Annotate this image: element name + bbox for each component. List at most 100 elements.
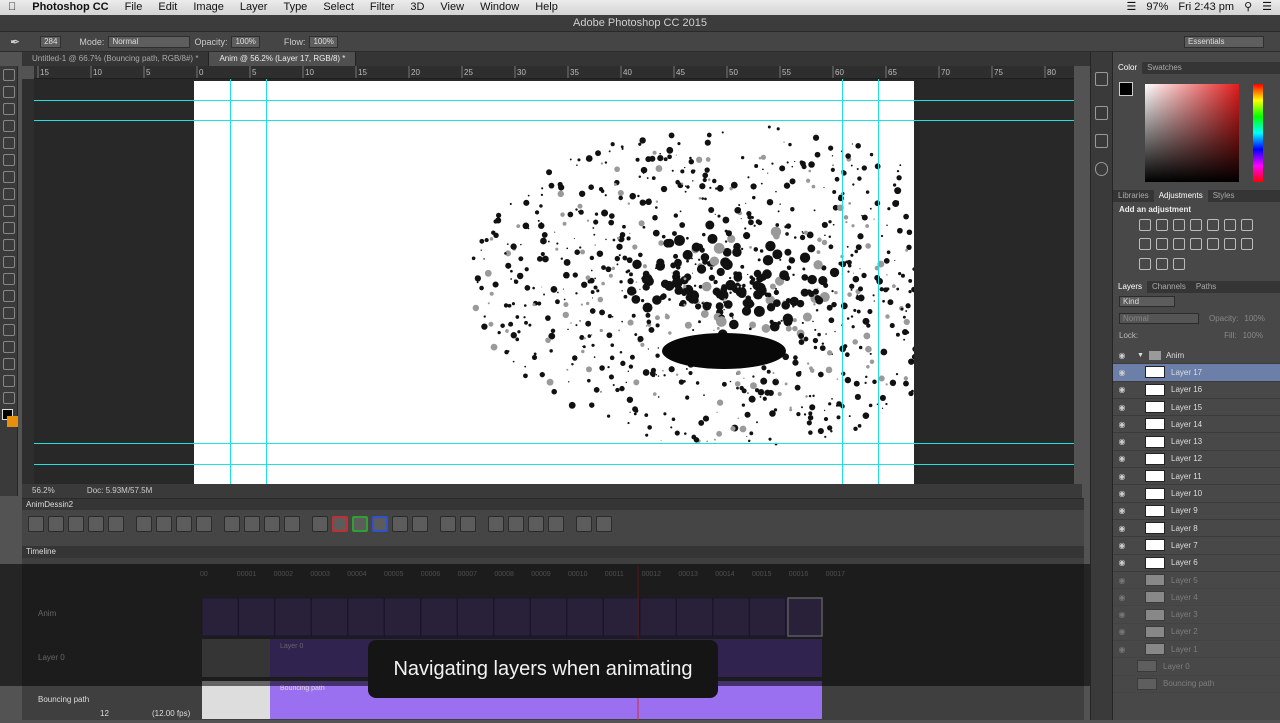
guide-vertical[interactable] <box>878 79 879 484</box>
layer-row[interactable]: ◉ Layer 16 <box>1113 382 1280 399</box>
animdessin-button[interactable] <box>352 516 368 532</box>
eyedropper-tool-icon[interactable] <box>3 154 15 166</box>
animdessin-button[interactable] <box>332 516 348 532</box>
adjustment-icon[interactable] <box>1190 219 1202 231</box>
animdessin-button[interactable] <box>488 516 504 532</box>
animdessin-button[interactable] <box>508 516 524 532</box>
animdessin-button[interactable] <box>440 516 456 532</box>
mode-select[interactable]: Normal <box>108 35 191 48</box>
marquee-tool-icon[interactable] <box>3 86 15 98</box>
track-name[interactable]: Bouncing path <box>38 695 89 704</box>
tab-untitled-1[interactable]: Untitled-1 @ 66.7% (Bouncing path, RGB/8… <box>22 52 210 66</box>
eye-icon[interactable]: ◉ <box>1113 610 1131 619</box>
guide-horizontal[interactable] <box>34 464 1074 465</box>
animdessin-button[interactable] <box>312 516 328 532</box>
zoom-tool-icon[interactable] <box>3 392 15 404</box>
eye-icon[interactable]: ◉ <box>1113 593 1131 602</box>
eye-icon[interactable]: ◉ <box>1113 385 1131 394</box>
color-field[interactable] <box>1145 84 1239 182</box>
hue-slider[interactable] <box>1253 84 1263 182</box>
eye-icon[interactable]: ◉ <box>1113 645 1131 654</box>
opacity-field[interactable]: 100% <box>231 35 260 48</box>
clone-source-panel-icon[interactable] <box>1095 134 1108 148</box>
animdessin-button[interactable] <box>136 516 152 532</box>
app-menu[interactable]: Photoshop CC <box>24 0 116 15</box>
eye-icon[interactable]: ◉ <box>1113 368 1131 377</box>
adjustment-icon[interactable] <box>1224 219 1236 231</box>
layer-row[interactable]: ◉ Layer 4 <box>1113 589 1280 607</box>
adjustment-icon[interactable] <box>1173 238 1185 251</box>
brush-tool-icon[interactable]: ✒ <box>10 35 20 49</box>
animdessin-button[interactable] <box>284 516 300 532</box>
menu-window[interactable]: Window <box>472 0 527 15</box>
menu-edit[interactable]: Edit <box>150 0 185 15</box>
layer-kind-filter[interactable]: Kind <box>1119 296 1175 307</box>
adjustment-icon[interactable] <box>1156 257 1168 270</box>
adjustment-icon[interactable] <box>1207 238 1219 251</box>
animdessin-button[interactable] <box>460 516 476 532</box>
eye-icon[interactable]: ◉ <box>1113 403 1131 412</box>
type-tool-icon[interactable] <box>3 324 15 336</box>
eye-icon[interactable]: ◉ <box>1113 576 1131 585</box>
animdessin-button[interactable] <box>88 516 104 532</box>
layer-row[interactable]: ◉ Layer 14 <box>1113 416 1280 434</box>
adjustment-icon[interactable] <box>1173 257 1185 270</box>
animdessin-button[interactable] <box>596 516 612 532</box>
quick-select-tool-icon[interactable] <box>3 120 15 132</box>
animdessin-button[interactable] <box>392 516 408 532</box>
menu-help[interactable]: Help <box>527 0 566 15</box>
menu-select[interactable]: Select <box>315 0 362 15</box>
adjustment-icon[interactable] <box>1190 238 1202 251</box>
eye-icon[interactable]: ◉ <box>1113 506 1131 515</box>
layer-row[interactable]: ◉ Layer 9 <box>1113 503 1280 520</box>
menu-type[interactable]: Type <box>275 0 315 15</box>
dodge-tool-icon[interactable] <box>3 290 15 302</box>
battery-level[interactable]: 97% <box>1146 0 1168 15</box>
adjustment-icon[interactable] <box>1139 219 1151 231</box>
layer-row[interactable]: ◉ Layer 2 <box>1113 624 1280 642</box>
pen-tool-icon[interactable] <box>3 307 15 319</box>
search-icon[interactable]: ⚲ <box>1244 0 1252 15</box>
layer-blend-mode[interactable]: Normal <box>1119 313 1199 324</box>
eye-icon[interactable]: ◉ <box>1113 420 1131 429</box>
workspace-select[interactable]: Essentials <box>1184 35 1264 48</box>
blur-tool-icon[interactable] <box>3 273 15 285</box>
adjustment-icon[interactable] <box>1139 238 1151 251</box>
layer-row[interactable]: ◉ Layer 7 <box>1113 537 1280 555</box>
layer-row[interactable]: ◉ Layer 6 <box>1113 555 1280 572</box>
zoom-level[interactable]: 56.2% <box>32 486 55 495</box>
layer-row[interactable]: ◉ Layer 10 <box>1113 485 1280 503</box>
history-panel-icon[interactable] <box>1095 72 1108 86</box>
animdessin-button[interactable] <box>372 516 388 532</box>
layer-row[interactable]: ◉ Layer 3 <box>1113 606 1280 624</box>
frame-rate[interactable]: (12.00 fps) <box>152 709 191 718</box>
adjustment-icon[interactable] <box>1139 257 1151 270</box>
animdessin-button[interactable] <box>244 516 260 532</box>
menu-3d[interactable]: 3D <box>402 0 432 15</box>
adjustment-icon[interactable] <box>1241 238 1253 251</box>
menu-view[interactable]: View <box>432 0 472 15</box>
layer-row[interactable]: ◉ Layer 17 <box>1113 364 1280 382</box>
workspace[interactable] <box>34 79 1074 484</box>
brush-tool-icon[interactable] <box>3 188 15 200</box>
layer-group-anim[interactable]: ◉ ▼ Anim <box>1113 347 1280 365</box>
healing-tool-icon[interactable] <box>3 171 15 183</box>
eraser-tool-icon[interactable] <box>3 239 15 251</box>
animdessin-button[interactable] <box>196 516 212 532</box>
animdessin-button[interactable] <box>68 516 84 532</box>
lasso-tool-icon[interactable] <box>3 103 15 115</box>
eye-icon[interactable]: ◉ <box>1113 437 1131 446</box>
layer-row[interactable]: ◉ Layer 15 <box>1113 399 1280 417</box>
guide-vertical[interactable] <box>266 79 267 484</box>
animdessin-button[interactable] <box>108 516 124 532</box>
fill-value[interactable]: 100% <box>1243 331 1263 340</box>
adjustment-icon[interactable] <box>1241 219 1253 231</box>
adjustment-icon[interactable] <box>1156 219 1168 231</box>
stamp-tool-icon[interactable] <box>3 205 15 217</box>
animdessin-button[interactable] <box>28 516 44 532</box>
crop-tool-icon[interactable] <box>3 137 15 149</box>
animdessin-button[interactable] <box>48 516 64 532</box>
layer-row[interactable]: ◉ Layer 11 <box>1113 468 1280 486</box>
menu-filter[interactable]: Filter <box>362 0 402 15</box>
eye-icon[interactable]: ◉ <box>1113 541 1131 550</box>
